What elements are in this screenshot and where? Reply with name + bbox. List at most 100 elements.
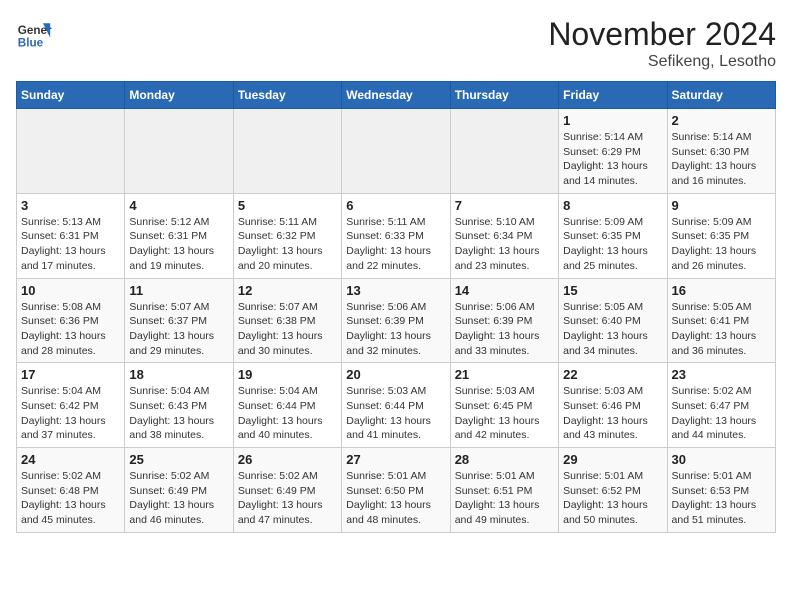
calendar-day-cell: 18 Sunrise: 5:04 AMSunset: 6:43 PMDayligh… (125, 363, 233, 448)
day-number: 3 (21, 198, 120, 213)
calendar-day-cell: 29 Sunrise: 5:01 AMSunset: 6:52 PMDayligh… (559, 448, 667, 533)
day-info: Sunrise: 5:01 AMSunset: 6:52 PMDaylight:… (563, 469, 662, 528)
day-info: Sunrise: 5:14 AMSunset: 6:29 PMDaylight:… (563, 130, 662, 189)
day-info: Sunrise: 5:05 AMSunset: 6:41 PMDaylight:… (672, 300, 771, 359)
day-number: 17 (21, 367, 120, 382)
day-info: Sunrise: 5:06 AMSunset: 6:39 PMDaylight:… (455, 300, 554, 359)
weekday-header: Saturday (667, 82, 775, 109)
day-info: Sunrise: 5:07 AMSunset: 6:38 PMDaylight:… (238, 300, 337, 359)
calendar-day-cell: 21Sunrise: 5:03 AMSunset: 6:45 PMDayligh… (450, 363, 558, 448)
logo-icon: General Blue (16, 16, 52, 52)
day-number: 19 (238, 367, 337, 382)
calendar-day-cell (17, 109, 125, 194)
calendar-day-cell: 3 Sunrise: 5:13 AMSunset: 6:31 PMDaylight… (17, 193, 125, 278)
calendar-day-cell: 10 Sunrise: 5:08 AMSunset: 6:36 PMDayligh… (17, 278, 125, 363)
calendar-day-cell: 9 Sunrise: 5:09 AMSunset: 6:35 PMDaylight… (667, 193, 775, 278)
calendar-week-row: 10 Sunrise: 5:08 AMSunset: 6:36 PMDayligh… (17, 278, 776, 363)
calendar-day-cell: 5Sunrise: 5:11 AMSunset: 6:32 PMDaylight… (233, 193, 341, 278)
calendar-day-cell: 15 Sunrise: 5:05 AMSunset: 6:40 PMDayligh… (559, 278, 667, 363)
calendar-day-cell: 24 Sunrise: 5:02 AMSunset: 6:48 PMDayligh… (17, 448, 125, 533)
day-number: 13 (346, 283, 445, 298)
calendar-day-cell: 14 Sunrise: 5:06 AMSunset: 6:39 PMDayligh… (450, 278, 558, 363)
calendar-day-cell (342, 109, 450, 194)
svg-text:Blue: Blue (18, 37, 44, 50)
weekday-header: Sunday (17, 82, 125, 109)
day-info: Sunrise: 5:14 AMSunset: 6:30 PMDaylight:… (672, 130, 771, 189)
day-info: Sunrise: 5:09 AMSunset: 6:35 PMDaylight:… (672, 215, 771, 274)
calendar-day-cell: 4Sunrise: 5:12 AMSunset: 6:31 PMDaylight… (125, 193, 233, 278)
day-info: Sunrise: 5:01 AMSunset: 6:50 PMDaylight:… (346, 469, 445, 528)
header: General Blue November 2024 Sefikeng, Les… (16, 16, 776, 71)
weekday-header: Tuesday (233, 82, 341, 109)
calendar-day-cell: 27 Sunrise: 5:01 AMSunset: 6:50 PMDayligh… (342, 448, 450, 533)
calendar-day-cell: 16 Sunrise: 5:05 AMSunset: 6:41 PMDayligh… (667, 278, 775, 363)
calendar-table: SundayMondayTuesdayWednesdayThursdayFrid… (16, 81, 776, 533)
calendar-day-cell: 7 Sunrise: 5:10 AMSunset: 6:34 PMDaylight… (450, 193, 558, 278)
day-number: 16 (672, 283, 771, 298)
day-info: Sunrise: 5:04 AMSunset: 6:42 PMDaylight:… (21, 384, 120, 443)
day-info: Sunrise: 5:01 AMSunset: 6:53 PMDaylight:… (672, 469, 771, 528)
day-number: 27 (346, 452, 445, 467)
day-number: 18 (129, 367, 228, 382)
day-number: 7 (455, 198, 554, 213)
day-number: 15 (563, 283, 662, 298)
day-info: Sunrise: 5:01 AMSunset: 6:51 PMDaylight:… (455, 469, 554, 528)
day-number: 1 (563, 113, 662, 128)
day-info: Sunrise: 5:08 AMSunset: 6:36 PMDaylight:… (21, 300, 120, 359)
month-title: November 2024 (548, 16, 776, 53)
day-number: 22 (563, 367, 662, 382)
calendar-day-cell (125, 109, 233, 194)
calendar-day-cell: 6Sunrise: 5:11 AMSunset: 6:33 PMDaylight… (342, 193, 450, 278)
calendar-day-cell: 30 Sunrise: 5:01 AMSunset: 6:53 PMDayligh… (667, 448, 775, 533)
calendar-day-cell: 25Sunrise: 5:02 AMSunset: 6:49 PMDayligh… (125, 448, 233, 533)
calendar-day-cell: 26Sunrise: 5:02 AMSunset: 6:49 PMDayligh… (233, 448, 341, 533)
day-number: 23 (672, 367, 771, 382)
day-number: 30 (672, 452, 771, 467)
calendar-day-cell (233, 109, 341, 194)
weekday-header: Monday (125, 82, 233, 109)
day-info: Sunrise: 5:04 AMSunset: 6:43 PMDaylight:… (129, 384, 228, 443)
calendar-day-cell: 23 Sunrise: 5:02 AMSunset: 6:47 PMDayligh… (667, 363, 775, 448)
day-number: 11 (129, 283, 228, 298)
day-number: 28 (455, 452, 554, 467)
day-number: 24 (21, 452, 120, 467)
day-number: 14 (455, 283, 554, 298)
weekday-header: Wednesday (342, 82, 450, 109)
weekday-header: Thursday (450, 82, 558, 109)
calendar-day-cell (450, 109, 558, 194)
day-info: Sunrise: 5:05 AMSunset: 6:40 PMDaylight:… (563, 300, 662, 359)
day-info: Sunrise: 5:13 AMSunset: 6:31 PMDaylight:… (21, 215, 120, 274)
calendar-day-cell: 2 Sunrise: 5:14 AMSunset: 6:30 PMDaylight… (667, 109, 775, 194)
day-number: 20 (346, 367, 445, 382)
calendar-week-row: 24 Sunrise: 5:02 AMSunset: 6:48 PMDayligh… (17, 448, 776, 533)
day-number: 10 (21, 283, 120, 298)
day-info: Sunrise: 5:11 AMSunset: 6:33 PMDaylight:… (346, 215, 445, 274)
day-number: 4 (129, 198, 228, 213)
calendar-day-cell: 8Sunrise: 5:09 AMSunset: 6:35 PMDaylight… (559, 193, 667, 278)
weekday-header: Friday (559, 82, 667, 109)
day-info: Sunrise: 5:06 AMSunset: 6:39 PMDaylight:… (346, 300, 445, 359)
location-title: Sefikeng, Lesotho (548, 53, 776, 71)
day-number: 9 (672, 198, 771, 213)
day-info: Sunrise: 5:02 AMSunset: 6:48 PMDaylight:… (21, 469, 120, 528)
calendar-day-cell: 19 Sunrise: 5:04 AMSunset: 6:44 PMDayligh… (233, 363, 341, 448)
day-number: 29 (563, 452, 662, 467)
calendar-day-cell: 13 Sunrise: 5:06 AMSunset: 6:39 PMDayligh… (342, 278, 450, 363)
calendar-week-row: 1 Sunrise: 5:14 AMSunset: 6:29 PMDaylight… (17, 109, 776, 194)
day-info: Sunrise: 5:11 AMSunset: 6:32 PMDaylight:… (238, 215, 337, 274)
calendar-day-cell: 20 Sunrise: 5:03 AMSunset: 6:44 PMDayligh… (342, 363, 450, 448)
day-number: 26 (238, 452, 337, 467)
day-number: 21 (455, 367, 554, 382)
day-info: Sunrise: 5:10 AMSunset: 6:34 PMDaylight:… (455, 215, 554, 274)
calendar-day-cell: 12 Sunrise: 5:07 AMSunset: 6:38 PMDayligh… (233, 278, 341, 363)
day-info: Sunrise: 5:02 AMSunset: 6:47 PMDaylight:… (672, 384, 771, 443)
day-info: Sunrise: 5:03 AMSunset: 6:44 PMDaylight:… (346, 384, 445, 443)
title-area: November 2024 Sefikeng, Lesotho (548, 16, 776, 71)
day-number: 12 (238, 283, 337, 298)
day-info: Sunrise: 5:03 AMSunset: 6:46 PMDaylight:… (563, 384, 662, 443)
calendar-day-cell: 17 Sunrise: 5:04 AMSunset: 6:42 PMDayligh… (17, 363, 125, 448)
day-info: Sunrise: 5:04 AMSunset: 6:44 PMDaylight:… (238, 384, 337, 443)
calendar-day-cell: 11Sunrise: 5:07 AMSunset: 6:37 PMDayligh… (125, 278, 233, 363)
day-number: 25 (129, 452, 228, 467)
day-number: 2 (672, 113, 771, 128)
